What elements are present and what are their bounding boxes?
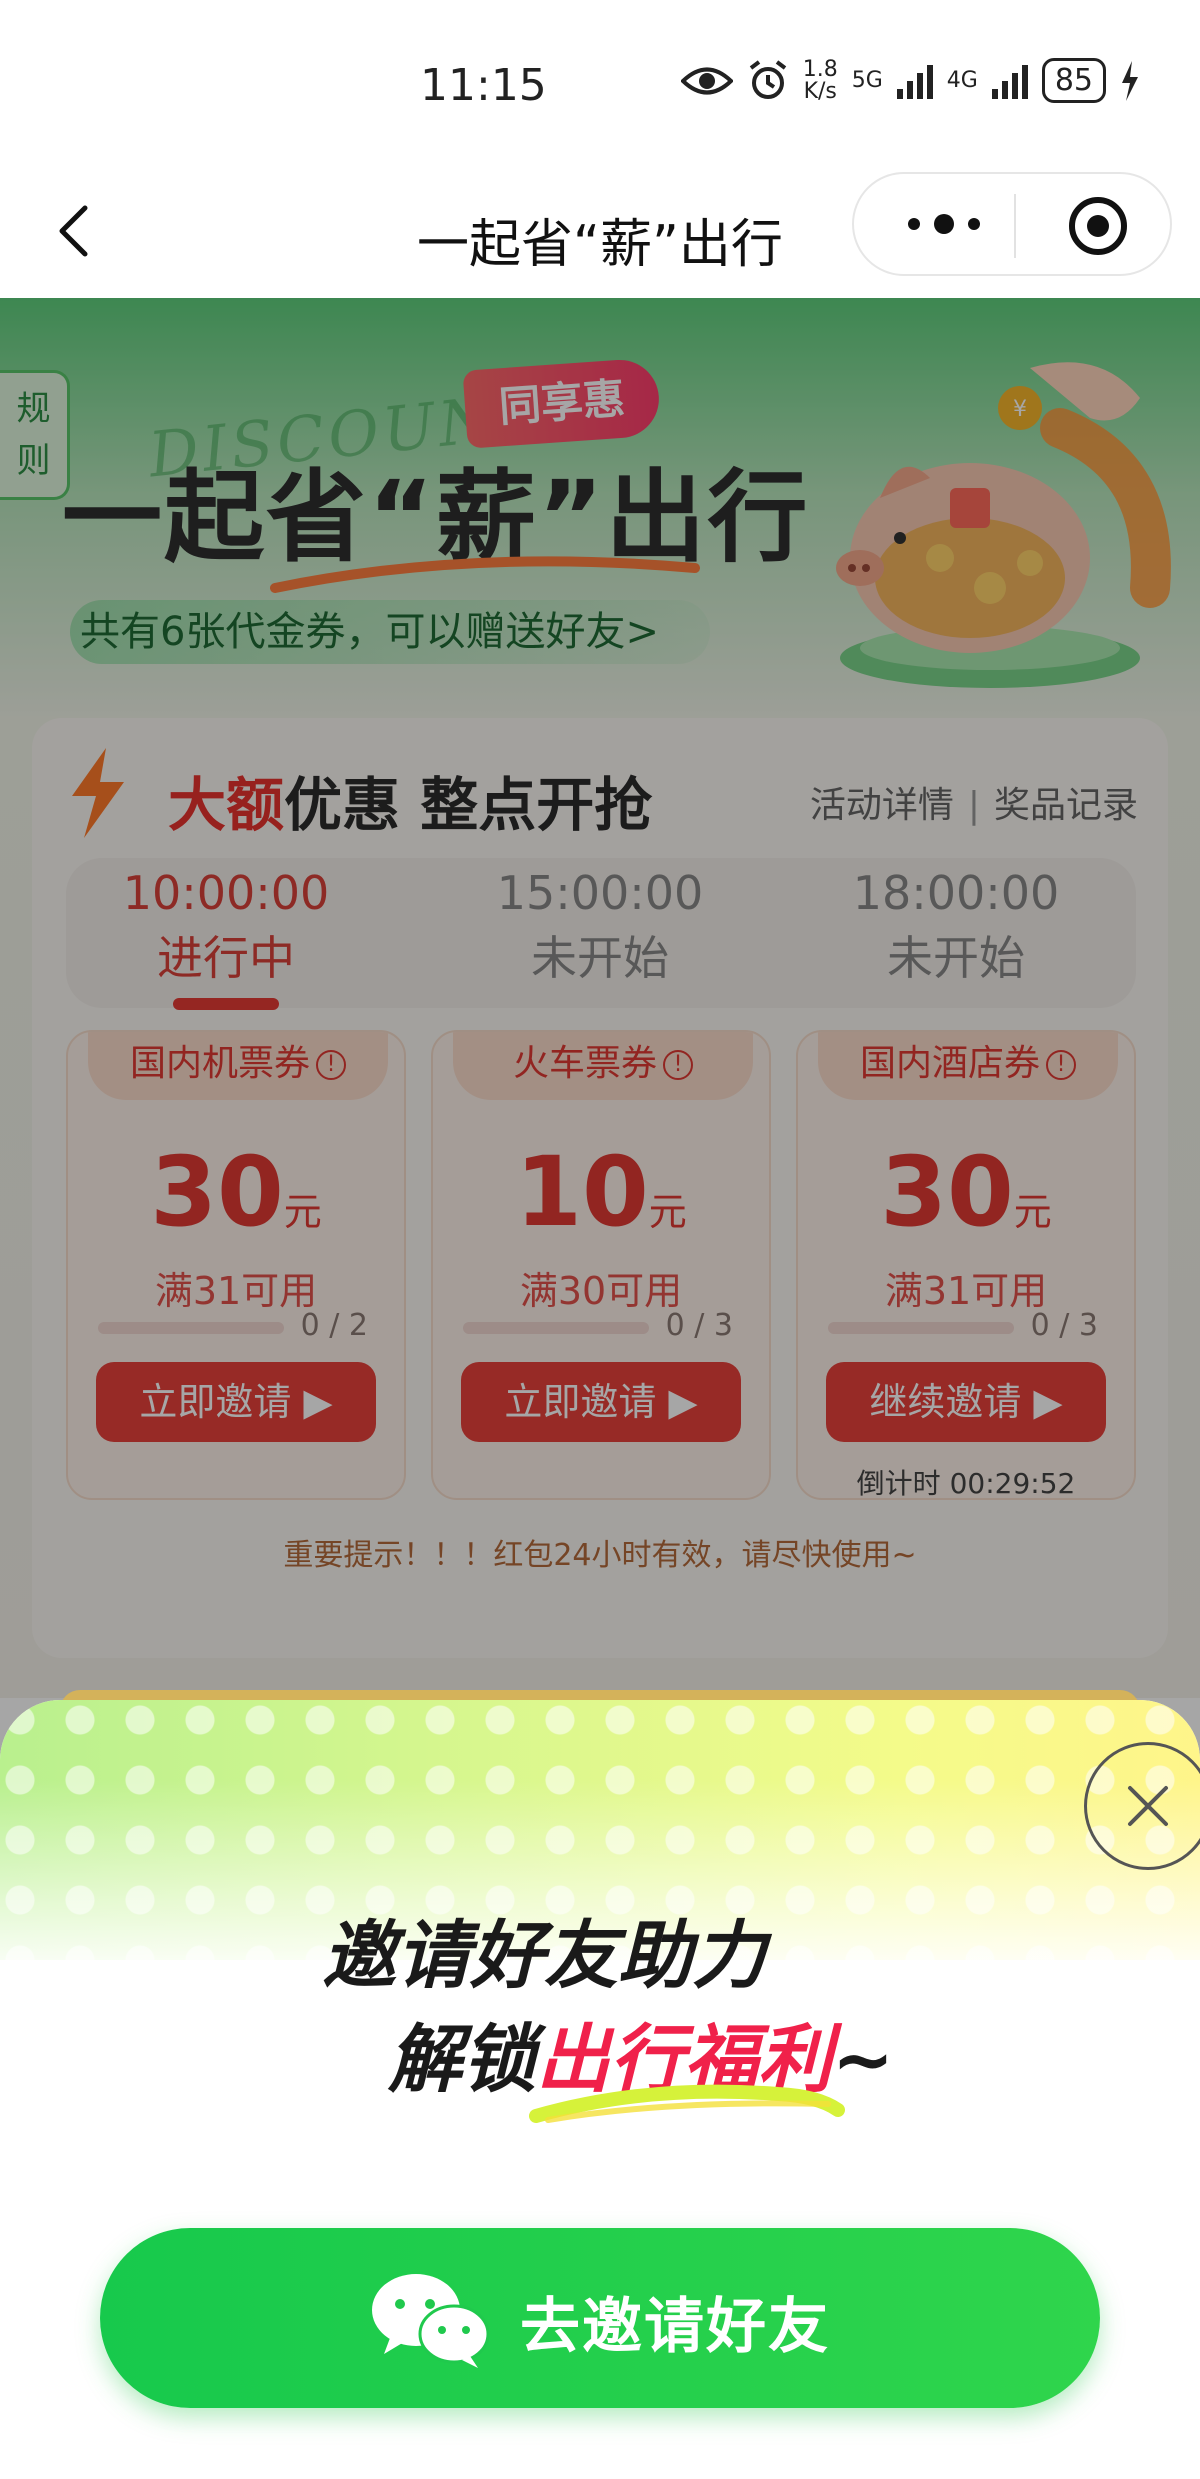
status-time: 11:15 <box>420 60 547 111</box>
navbar: 一起省“薪”出行 <box>0 170 1200 298</box>
alarm-icon <box>749 59 786 99</box>
signal-icon <box>896 63 933 99</box>
status-icons: 1.8 K/s 5G 4G 85 <box>680 56 1140 104</box>
wechat-icon <box>372 2274 490 2368</box>
mini-program-capsule <box>852 172 1172 276</box>
invite-bottom-sheet: 邀请好友助力 解锁出行福利~ 去邀请好友 <box>0 1700 1200 2479</box>
net-speed: 1.8 K/s <box>802 56 838 104</box>
close-button[interactable] <box>1084 1742 1200 1870</box>
close-icon <box>1128 1786 1168 1826</box>
invite-headline: 邀请好友助力 <box>322 1913 766 1999</box>
invite-friends-label: 去邀请好友 <box>520 2292 830 2362</box>
charging-icon <box>1122 60 1138 101</box>
capsule-divider <box>1014 194 1016 258</box>
battery-indicator: 85 <box>1041 58 1106 103</box>
highlight-underline <box>529 2084 845 2123</box>
target-icon[interactable] <box>1066 194 1130 258</box>
sim1-label: 5G <box>851 67 883 93</box>
more-icon[interactable] <box>899 204 989 244</box>
sim2-label: 4G <box>946 67 978 93</box>
invite-friends-button[interactable]: 去邀请好友 <box>100 2228 1100 2408</box>
status-bar: 11:15 1.8 K/s 5G 4G 85 <box>0 0 1200 170</box>
eye-icon <box>680 67 733 94</box>
signal-icon-2 <box>991 63 1028 99</box>
